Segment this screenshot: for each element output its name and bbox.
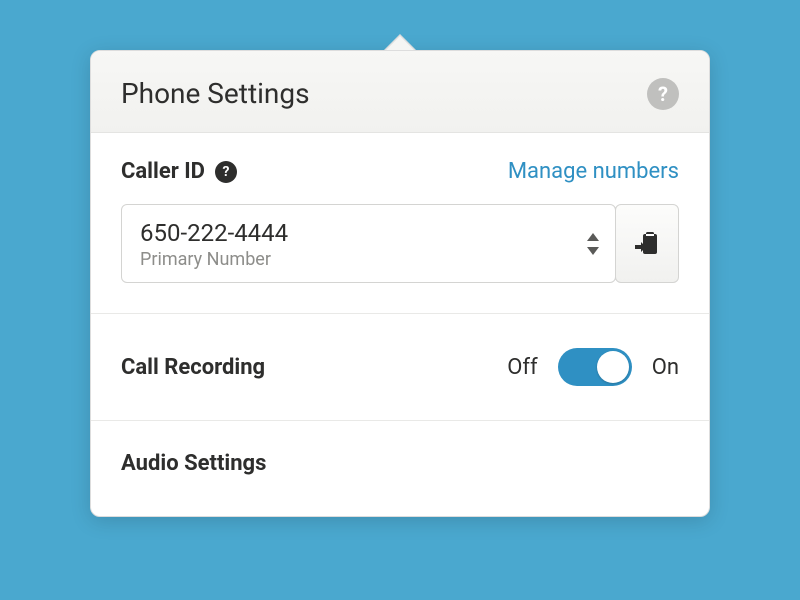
chevron-up-icon (587, 233, 599, 241)
toggle-off-label: Off (507, 355, 537, 380)
caller-id-header: Caller ID ? Manage numbers (121, 159, 679, 184)
select-stepper[interactable] (579, 205, 615, 282)
help-icon[interactable]: ? (647, 78, 679, 110)
caller-id-label-group: Caller ID ? (121, 159, 237, 184)
caller-id-content: 650-222-4444 Primary Number (122, 205, 579, 282)
caller-id-row: 650-222-4444 Primary Number (121, 204, 679, 283)
chevron-down-icon (587, 247, 599, 255)
caller-id-label: Caller ID (121, 159, 205, 184)
popover-arrow (386, 36, 414, 50)
panel-header: Phone Settings ? (91, 51, 709, 133)
toggle-on-label: On (652, 355, 679, 380)
manage-numbers-link[interactable]: Manage numbers (508, 159, 679, 184)
settings-popover: Phone Settings ? Caller ID ? Manage numb… (90, 50, 710, 517)
call-recording-section: Call Recording Off On (91, 314, 709, 421)
panel-title: Phone Settings (121, 77, 310, 110)
audio-settings-section: Audio Settings (91, 421, 709, 516)
caller-id-help-icon[interactable]: ? (215, 161, 237, 183)
caller-id-select[interactable]: 650-222-4444 Primary Number (121, 204, 616, 283)
toggle-knob (597, 351, 629, 383)
caller-id-section: Caller ID ? Manage numbers 650-222-4444 … (91, 133, 709, 314)
caller-id-subtext: Primary Number (140, 249, 561, 270)
paste-icon (633, 230, 661, 258)
caller-id-number: 650-222-4444 (140, 219, 561, 247)
call-recording-toggle[interactable] (558, 348, 632, 386)
call-recording-label: Call Recording (121, 355, 265, 380)
paste-button[interactable] (615, 204, 679, 283)
audio-settings-label: Audio Settings (121, 451, 679, 476)
call-recording-toggle-group: Off On (507, 348, 679, 386)
settings-panel: Phone Settings ? Caller ID ? Manage numb… (90, 50, 710, 517)
